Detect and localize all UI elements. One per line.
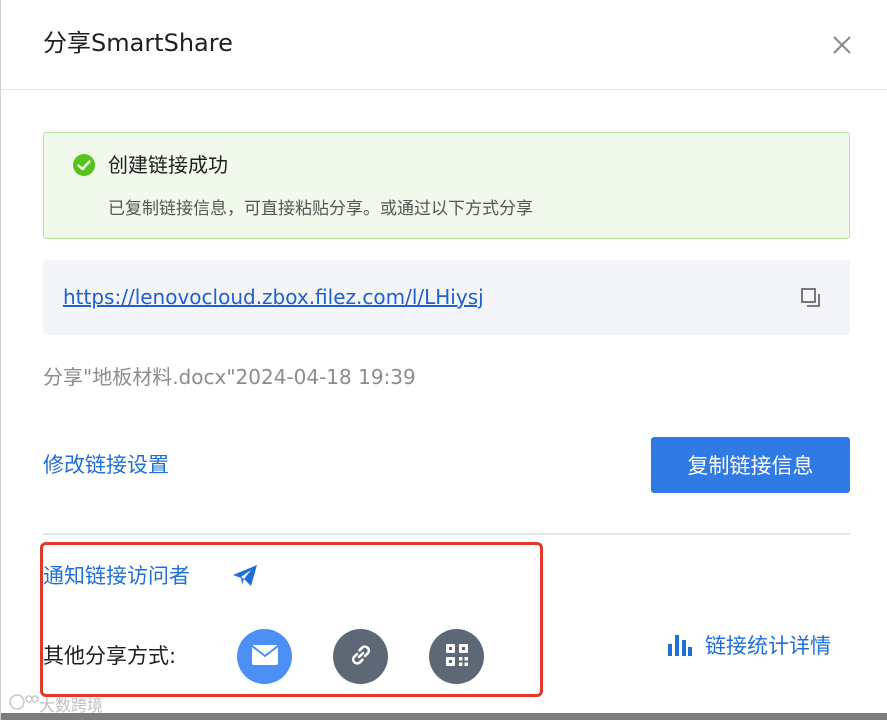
success-subtitle: 已复制链接信息，可直接粘贴分享。或通过以下方式分享 xyxy=(108,199,533,219)
copy-link-info-button[interactable]: 复制链接信息 xyxy=(651,437,850,493)
bottom-strip xyxy=(1,713,887,720)
share-link-url[interactable]: https://lenovocloud.zbox.filez.com/l/LHi… xyxy=(63,282,484,312)
share-file-info: 分享"地板材料.docx"2024-04-18 19:39 xyxy=(43,365,416,389)
success-title: 创建链接成功 xyxy=(108,153,228,177)
close-icon[interactable] xyxy=(829,32,855,58)
copy-icon[interactable] xyxy=(799,286,823,310)
check-circle-icon xyxy=(72,153,96,177)
link-stats-label: 链接统计详情 xyxy=(705,634,831,658)
link-stats-button[interactable]: 链接统计详情 xyxy=(667,630,831,662)
link-box: https://lenovocloud.zbox.filez.com/l/LHi… xyxy=(43,260,850,335)
dialog-title: 分享SmartShare xyxy=(43,29,233,57)
share-dialog: 分享SmartShare 创建链接成功 已复制链接信息，可直接粘贴分享。或通过以… xyxy=(0,0,887,720)
success-alert: 创建链接成功 已复制链接信息，可直接粘贴分享。或通过以下方式分享 xyxy=(43,132,850,239)
modify-link-settings-link[interactable]: 修改链接设置 xyxy=(43,450,169,480)
divider xyxy=(43,533,850,535)
bar-chart-icon xyxy=(667,631,693,661)
highlight-box xyxy=(40,542,543,697)
dialog-header: 分享SmartShare xyxy=(1,0,887,90)
